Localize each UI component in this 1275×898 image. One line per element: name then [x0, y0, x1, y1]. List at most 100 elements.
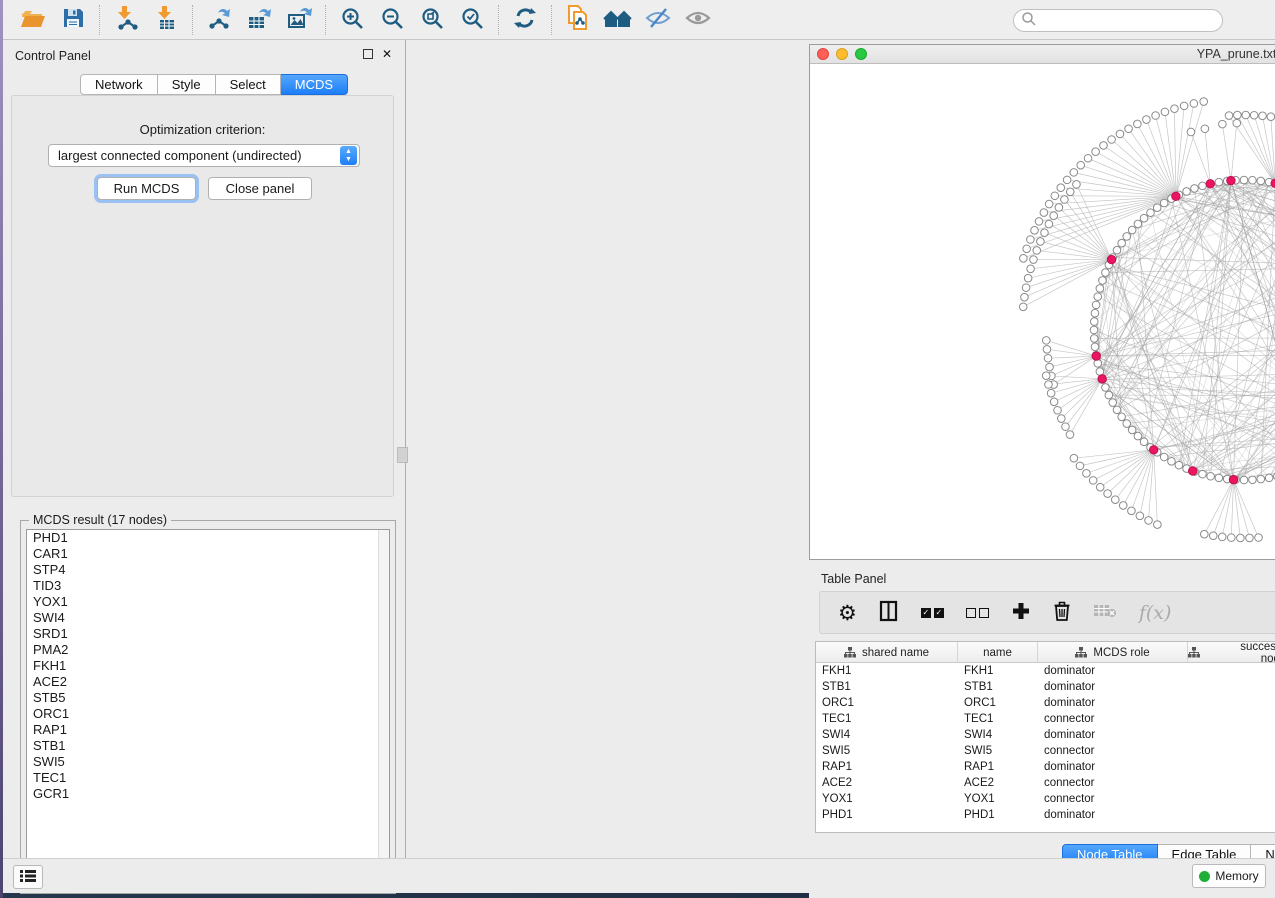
table-cell[interactable]: ORC1	[958, 695, 1038, 711]
table-cell[interactable]: dominator	[1038, 695, 1188, 711]
table-cell[interactable]: TEC1	[958, 711, 1038, 727]
tab-select[interactable]: Select	[216, 74, 281, 95]
mcds-result-item[interactable]: GCR1	[27, 786, 389, 802]
table-cell[interactable]: STB1	[816, 679, 958, 695]
table-cell[interactable]: RAP1	[816, 759, 958, 775]
zoom-selected-button[interactable]	[452, 4, 492, 36]
table-cell[interactable]: PHD1	[958, 807, 1038, 823]
table-cell[interactable]: YOX1	[816, 791, 958, 807]
import-network-button[interactable]	[106, 4, 146, 36]
table-cell[interactable]: 47	[1188, 711, 1275, 727]
table-settings-button[interactable]: ⚙	[838, 601, 857, 625]
zoom-in-button[interactable]	[332, 4, 372, 36]
node-table-rows[interactable]: FKH1FKH1dominator962STB1STB1dominator620…	[816, 663, 1275, 823]
table-row[interactable]: SWI4SWI4dominator462	[816, 727, 1275, 743]
mcds-result-item[interactable]: YOX1	[27, 594, 389, 610]
mcds-result-item[interactable]: STB1	[27, 738, 389, 754]
mcds-result-item[interactable]: RAP1	[27, 722, 389, 738]
table-cell[interactable]: connector	[1038, 743, 1188, 759]
table-cell[interactable]: 35	[1188, 759, 1275, 775]
table-row[interactable]: PHD1PHD1dominator180	[816, 807, 1275, 823]
close-panel-button[interactable]: Close panel	[208, 177, 312, 200]
mcds-result-item[interactable]: STB5	[27, 690, 389, 706]
table-cell[interactable]: SWI4	[816, 727, 958, 743]
split-view-button[interactable]	[879, 600, 899, 625]
table-row[interactable]: FKH1FKH1dominator962	[816, 663, 1275, 679]
add-column-button[interactable]	[1011, 601, 1031, 624]
mcds-result-item[interactable]: FKH1	[27, 658, 389, 674]
table-cell[interactable]: PHD1	[816, 807, 958, 823]
table-cell[interactable]: FKH1	[958, 663, 1038, 679]
export-network-button[interactable]	[199, 4, 239, 36]
close-panel-icon[interactable]: ✕	[382, 49, 392, 59]
mcds-result-item[interactable]: ACE2	[27, 674, 389, 690]
table-row[interactable]: STB1STB1dominator620	[816, 679, 1275, 695]
table-cell[interactable]: connector	[1038, 791, 1188, 807]
table-cell[interactable]: connector	[1038, 711, 1188, 727]
network-window-titlebar[interactable]: YPA_prune.txt_1	[810, 45, 1275, 64]
mcds-result-list[interactable]: PHD1CAR1STP4TID3YOX1SWI4SRD1PMA2FKH1ACE2…	[26, 529, 390, 888]
table-cell[interactable]: 18	[1188, 807, 1275, 823]
table-row[interactable]: RAP1RAP1dominator352	[816, 759, 1275, 775]
tab-network[interactable]: Network	[80, 74, 158, 95]
export-table-button[interactable]	[239, 4, 279, 36]
table-row[interactable]: YOX1YOX1connector291	[816, 791, 1275, 807]
mcds-result-item[interactable]: STP4	[27, 562, 389, 578]
table-cell[interactable]: STB1	[958, 679, 1038, 695]
table-cell[interactable]: SWI5	[816, 743, 958, 759]
table-cell[interactable]: dominator	[1038, 807, 1188, 823]
mcds-result-item[interactable]: PHD1	[27, 530, 389, 546]
table-cell[interactable]: dominator	[1038, 679, 1188, 695]
open-file-button[interactable]	[13, 4, 53, 36]
table-cell[interactable]: TEC1	[816, 711, 958, 727]
panel-list-button[interactable]	[13, 865, 43, 889]
refresh-button[interactable]	[505, 4, 545, 36]
import-table-button[interactable]	[146, 4, 186, 36]
home-view-button[interactable]	[598, 4, 638, 36]
table-cell[interactable]: SWI5	[958, 743, 1038, 759]
mcds-list-scrollbar[interactable]	[378, 530, 389, 887]
table-row[interactable]: TEC1TEC1connector472	[816, 711, 1275, 727]
mcds-result-item[interactable]: SRD1	[27, 626, 389, 642]
table-row[interactable]: ACE2ACE2connector311	[816, 775, 1275, 791]
table-cell[interactable]: 96	[1188, 663, 1275, 679]
column-header-successor-nodes[interactable]: successor nodes	[1188, 642, 1275, 663]
select-all-button[interactable]: ✓✓	[921, 608, 944, 618]
mcds-result-item[interactable]: TID3	[27, 578, 389, 594]
table-cell[interactable]: YOX1	[958, 791, 1038, 807]
clone-network-button[interactable]	[558, 4, 598, 36]
table-cell[interactable]: SWI4	[958, 727, 1038, 743]
float-window-icon[interactable]	[363, 49, 373, 59]
mcds-result-item[interactable]: PMA2	[27, 642, 389, 658]
table-cell[interactable]: dominator	[1038, 727, 1188, 743]
tab-style[interactable]: Style	[158, 74, 216, 95]
zoom-out-button[interactable]	[372, 4, 412, 36]
deselect-all-button[interactable]	[966, 608, 989, 618]
table-cell[interactable]: dominator	[1038, 759, 1188, 775]
show-all-button[interactable]	[678, 4, 718, 36]
mcds-result-item[interactable]: SWI5	[27, 754, 389, 770]
table-cell[interactable]: 62	[1188, 679, 1275, 695]
table-cell[interactable]: 29	[1188, 791, 1275, 807]
table-cell[interactable]: dominator	[1038, 663, 1188, 679]
table-cell[interactable]: 43	[1188, 743, 1275, 759]
network-graph-canvas[interactable]	[810, 64, 1275, 559]
column-header-mcds-role[interactable]: MCDS role	[1038, 642, 1188, 663]
mcds-result-item[interactable]: SWI4	[27, 610, 389, 626]
table-cell[interactable]: ORC1	[816, 695, 958, 711]
column-header-shared-name[interactable]: shared name	[816, 642, 958, 663]
criterion-dropdown[interactable]: largest connected component (undirected)…	[48, 144, 360, 167]
mcds-result-item[interactable]: TEC1	[27, 770, 389, 786]
export-image-button[interactable]	[279, 4, 319, 36]
run-mcds-button[interactable]: Run MCDS	[97, 177, 196, 200]
mcds-result-item[interactable]: CAR1	[27, 546, 389, 562]
column-header-name[interactable]: name	[958, 642, 1038, 663]
table-cell[interactable]: 31	[1188, 775, 1275, 791]
memory-button[interactable]: Memory	[1192, 864, 1266, 888]
table-row[interactable]: ORC1ORC1dominator610	[816, 695, 1275, 711]
mcds-result-item[interactable]: ORC1	[27, 706, 389, 722]
tab-mcds[interactable]: MCDS	[281, 74, 348, 95]
delete-column-button[interactable]	[1053, 600, 1071, 625]
table-cell[interactable]: 61	[1188, 695, 1275, 711]
save-session-button[interactable]	[53, 4, 93, 36]
